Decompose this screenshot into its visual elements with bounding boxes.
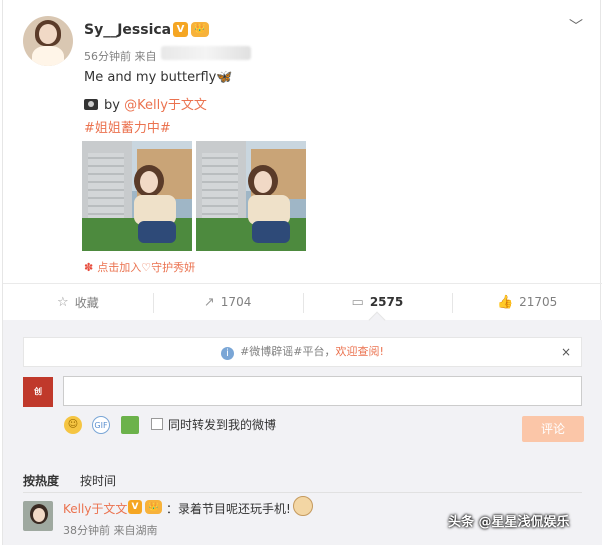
action-bar: ☆ 收藏 ↗ 1704 ▭ 2575 👍 21705 <box>3 283 602 321</box>
photo-credit: by @Kelly于文文 <box>84 94 207 113</box>
commenter-name[interactable]: Kelly于文文 <box>63 500 127 517</box>
favorite-button[interactable]: ☆ 收藏 <box>3 284 153 320</box>
post-photo-2[interactable] <box>196 141 306 251</box>
post-photo-1[interactable] <box>82 141 192 251</box>
comment-icon: ▭ <box>351 294 364 310</box>
info-icon: i <box>221 347 235 360</box>
author-avatar[interactable] <box>23 16 73 66</box>
comment-meta: 38分钟前 来自湖南 <box>63 524 158 537</box>
post-source-blurred <box>161 46 251 60</box>
notice-text: #微博辟谣#平台， <box>240 345 336 358</box>
submit-comment-button[interactable]: 评论 <box>522 416 584 442</box>
chevron-down-icon[interactable]: ﹀ <box>569 16 583 36</box>
verified-badge-icon: V <box>173 22 188 37</box>
comment-input[interactable] <box>63 376 582 406</box>
commenter-avatar[interactable] <box>23 501 53 531</box>
favorite-label: 收藏 <box>74 295 99 310</box>
emoji-icon[interactable]: ☺ <box>64 416 82 434</box>
fanclub-icon: ✽ <box>84 261 94 274</box>
commenter-crown-icon: 👑 <box>145 500 162 514</box>
repost-icon: ↗ <box>203 294 215 310</box>
member-crown-icon: 👑 <box>191 22 209 37</box>
sort-by-hot-tab[interactable]: 按热度 <box>23 472 59 489</box>
like-count: 21705 <box>519 295 558 309</box>
watermark: 头条 @星星浅侃娱乐 <box>448 515 570 530</box>
repost-checkbox-label: 同时转发到我的微博 <box>168 418 277 432</box>
comment-text: ：录着节目呢还玩手机! <box>166 502 291 516</box>
topic-link[interactable]: #姐姐蓄力中# <box>84 117 171 136</box>
cat-emoji-icon <box>293 496 313 516</box>
post-text: Me and my butterfly🦋 <box>84 70 233 85</box>
close-icon[interactable]: × <box>561 338 571 366</box>
divider <box>23 492 582 493</box>
mention-link[interactable]: @Kelly于文文 <box>124 98 207 113</box>
fanclub-label: 点击加入♡守护秀妍 <box>97 261 196 274</box>
gif-icon[interactable]: GIF <box>92 416 110 434</box>
repost-count: 1704 <box>220 295 252 309</box>
camera-icon <box>84 99 98 110</box>
rumor-notice: i #微博辟谣#平台，欢迎查阅! × <box>23 337 582 367</box>
photo-credit-prefix: by <box>104 98 120 113</box>
post-text-content: Me and my butterfly <box>84 70 217 85</box>
notice-link[interactable]: 欢迎查阅! <box>336 345 384 358</box>
commenter-verified-icon: V <box>128 500 142 514</box>
fanclub-link[interactable]: ✽ 点击加入♡守护秀妍 <box>84 259 195 275</box>
thumbs-up-icon: 👍 <box>496 294 514 310</box>
post-time: 56分钟前 来自 <box>84 50 157 63</box>
comment-count: 2575 <box>369 295 404 309</box>
repost-button[interactable]: ↗ 1704 <box>152 284 303 320</box>
like-button[interactable]: 👍 21705 <box>452 284 602 320</box>
star-icon: ☆ <box>57 294 69 310</box>
my-avatar[interactable]: 创 <box>23 377 53 407</box>
author-username[interactable]: Sy__Jessica <box>84 22 171 38</box>
weibo-post-card: Sy__Jessica V 👑 ﹀ 56分钟前 来自 Me and my but… <box>2 0 602 545</box>
butterfly-emoji-icon: 🦋 <box>216 70 233 85</box>
image-icon[interactable] <box>121 416 139 434</box>
repost-checkbox[interactable] <box>151 418 163 430</box>
sort-by-time-tab[interactable]: 按时间 <box>80 472 116 489</box>
